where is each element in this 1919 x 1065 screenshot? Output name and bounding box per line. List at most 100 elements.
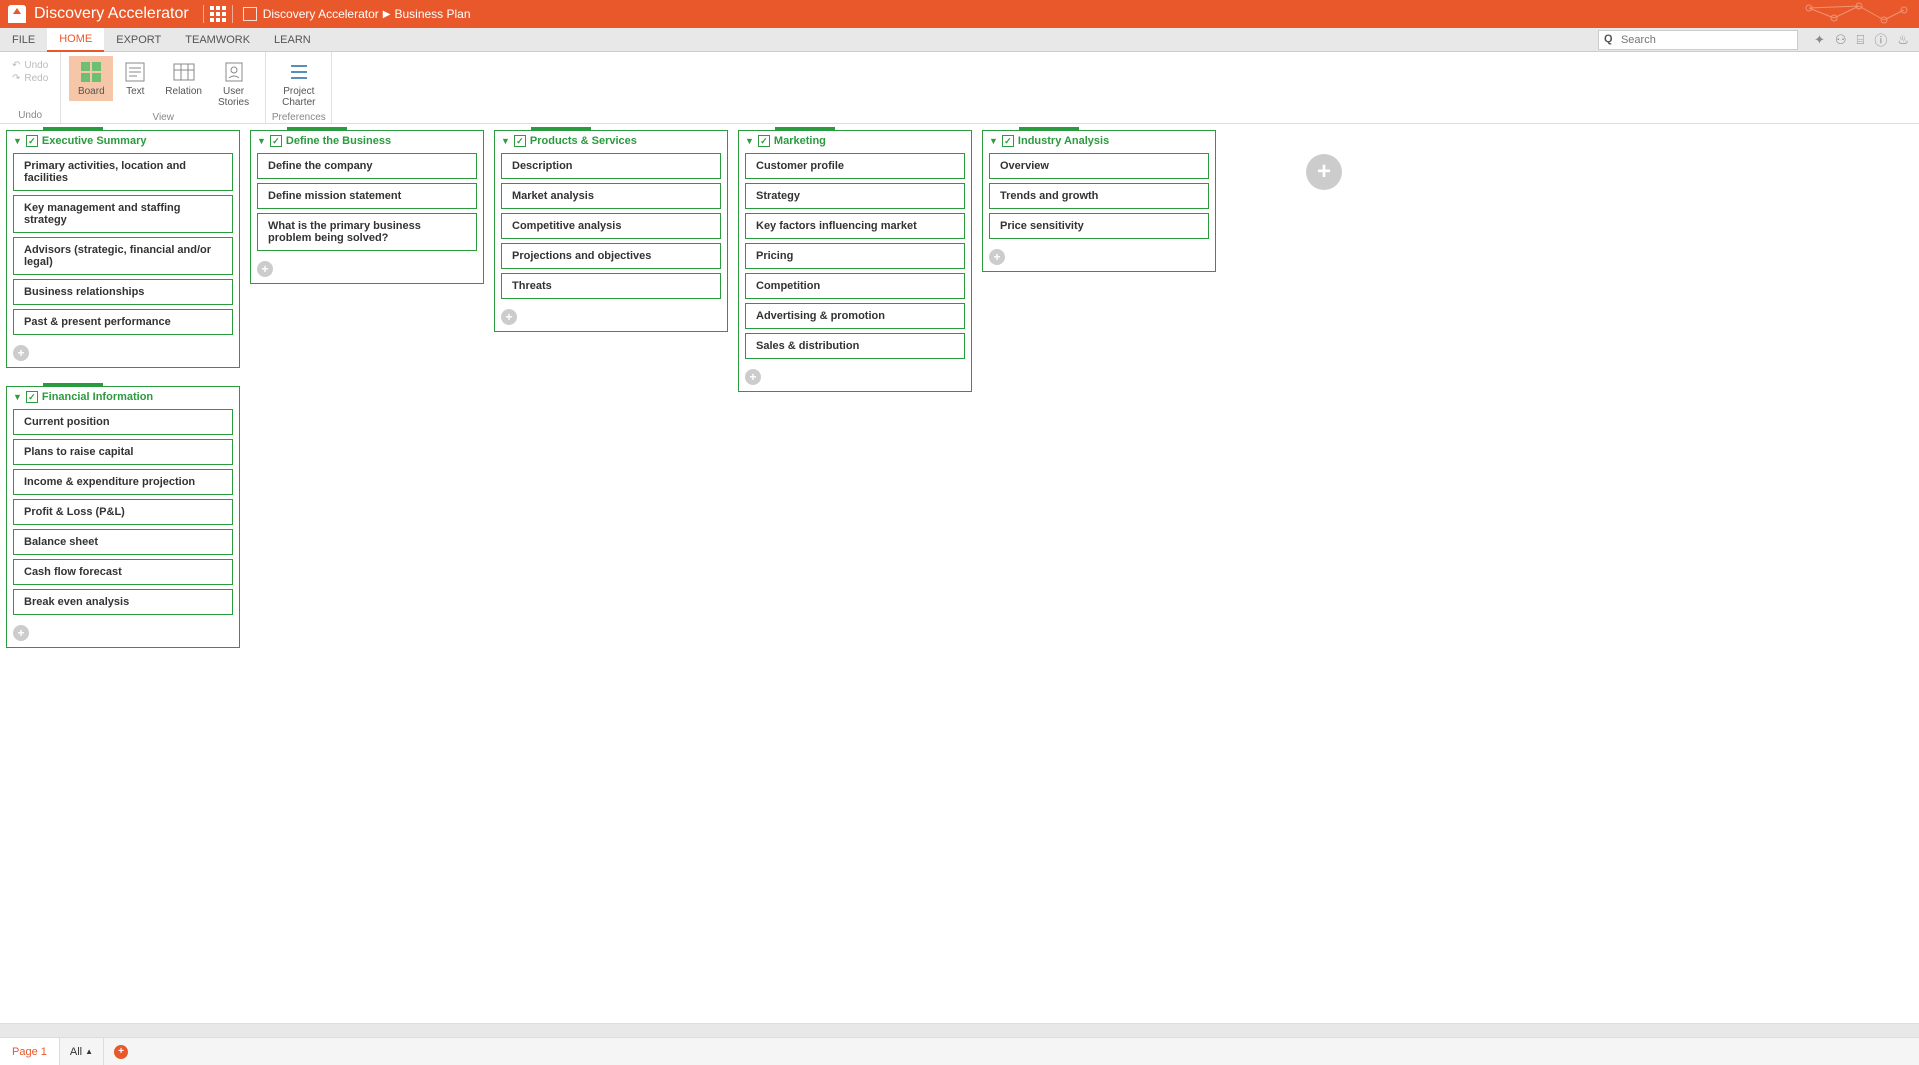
chat-icon[interactable]: ⌸ (1857, 32, 1865, 48)
breadcrumb: Discovery Accelerator ▶ Business Plan (243, 7, 471, 21)
add-card-button[interactable]: + (257, 261, 273, 277)
chevron-up-icon: ▲ (85, 1047, 93, 1056)
board-card[interactable]: Current position (13, 409, 233, 435)
breadcrumb-root[interactable]: Discovery Accelerator (263, 7, 379, 21)
add-card-button[interactable]: + (501, 309, 517, 325)
flame-icon[interactable]: ♨ (1897, 32, 1909, 48)
relation-view-button[interactable]: Relation (157, 56, 210, 101)
checkbox-icon[interactable]: ✓ (26, 391, 38, 403)
add-card-button[interactable]: + (745, 369, 761, 385)
app-logo-icon (8, 5, 26, 23)
text-icon (123, 60, 147, 84)
page-tab[interactable]: Page 1 (0, 1038, 60, 1065)
board-card[interactable]: Cash flow forecast (13, 559, 233, 585)
apps-grid-icon[interactable] (210, 6, 226, 22)
all-pages-tab[interactable]: All▲ (60, 1038, 104, 1065)
add-page-button[interactable]: + (104, 1045, 138, 1059)
menu-learn[interactable]: LEARN (262, 28, 323, 51)
divider (203, 5, 204, 23)
add-card-button[interactable]: + (13, 625, 29, 641)
board-card[interactable]: Trends and growth (989, 183, 1209, 209)
board-card[interactable]: Strategy (745, 183, 965, 209)
board-card[interactable]: Plans to raise capital (13, 439, 233, 465)
tool-icon[interactable]: ✦ (1814, 32, 1825, 48)
add-card-button[interactable]: + (989, 249, 1005, 265)
chevron-down-icon[interactable]: ▼ (745, 136, 754, 146)
board-card[interactable]: Business relationships (13, 279, 233, 305)
project-charter-button[interactable]: Project Charter (274, 56, 323, 112)
checkbox-icon[interactable]: ✓ (270, 135, 282, 147)
board-card[interactable]: Key management and staffing strategy (13, 195, 233, 233)
chevron-down-icon[interactable]: ▼ (989, 136, 998, 146)
search-input[interactable] (1598, 30, 1798, 50)
board-card[interactable]: Define the company (257, 153, 477, 179)
board-card[interactable]: Description (501, 153, 721, 179)
checkbox-icon[interactable]: ✓ (26, 135, 38, 147)
divider (232, 5, 233, 23)
board-card[interactable]: Past & present performance (13, 309, 233, 335)
board-column: ▼ ✓ Executive Summary Primary activities, l… (6, 130, 240, 368)
board-card[interactable]: Advisors (strategic, financial and/or le… (13, 237, 233, 275)
board-card[interactable]: Balance sheet (13, 529, 233, 555)
ribbon-group-label: Undo (0, 110, 60, 123)
menu-home[interactable]: HOME (47, 28, 104, 52)
board-canvas[interactable]: ▼ ✓ Executive Summary Primary activities, l… (0, 124, 1919, 1037)
board-card[interactable]: Define mission statement (257, 183, 477, 209)
board-card[interactable]: Break even analysis (13, 589, 233, 615)
board-card[interactable]: Threats (501, 273, 721, 299)
status-bar: Page 1 All▲ + (0, 1037, 1919, 1065)
board-card[interactable]: Key factors influencing market (745, 213, 965, 239)
search-icon: Q (1604, 33, 1613, 45)
board-card[interactable]: Competition (745, 273, 965, 299)
breadcrumb-current[interactable]: Business Plan (394, 7, 470, 21)
board-card[interactable]: Projections and objectives (501, 243, 721, 269)
column-header[interactable]: ▼ ✓ Marketing (739, 131, 971, 151)
add-column-button[interactable]: + (1306, 154, 1342, 190)
checkbox-icon[interactable]: ✓ (1002, 135, 1014, 147)
info-icon[interactable]: ⓘ (1874, 30, 1887, 49)
chevron-down-icon[interactable]: ▼ (257, 136, 266, 146)
undo-button[interactable]: ↶Undo (12, 60, 48, 71)
user-stories-button[interactable]: User Stories (210, 56, 257, 112)
board-card[interactable]: Primary activities, location and facilit… (13, 153, 233, 191)
menu-export[interactable]: EXPORT (104, 28, 173, 51)
column-title: Products & Services (530, 135, 637, 147)
menu-teamwork[interactable]: TEAMWORK (173, 28, 262, 51)
header-tool-icons: ✦ ⚇ ⌸ ⓘ ♨ (1804, 28, 1919, 51)
board-card[interactable]: Sales & distribution (745, 333, 965, 359)
column-title: Marketing (774, 135, 826, 147)
board-card[interactable]: Price sensitivity (989, 213, 1209, 239)
chevron-down-icon[interactable]: ▼ (501, 136, 510, 146)
board-card[interactable]: Customer profile (745, 153, 965, 179)
relation-icon (172, 60, 196, 84)
menu-file[interactable]: FILE (0, 28, 47, 51)
column-header[interactable]: ▼ ✓ Executive Summary (7, 131, 239, 151)
sitemap-icon[interactable]: ⚇ (1835, 32, 1847, 48)
board-card[interactable]: Advertising & promotion (745, 303, 965, 329)
column-header[interactable]: ▼✓Financial Information (7, 387, 239, 407)
menu-bar: FILEHOMEEXPORTTEAMWORKLEARN Q ✦ ⚇ ⌸ ⓘ ♨ (0, 28, 1919, 52)
column-header[interactable]: ▼ ✓ Products & Services (495, 131, 727, 151)
column-header[interactable]: ▼✓Industry Analysis (983, 131, 1215, 151)
chevron-down-icon[interactable]: ▼ (13, 136, 22, 146)
board-card[interactable]: Income & expenditure projection (13, 469, 233, 495)
horizontal-scrollbar[interactable] (0, 1023, 1919, 1037)
add-card-button[interactable]: + (13, 345, 29, 361)
column-title: Define the Business (286, 135, 391, 147)
checkbox-icon[interactable]: ✓ (514, 135, 526, 147)
board-card[interactable]: What is the primary business problem bei… (257, 213, 477, 251)
board-card[interactable]: Pricing (745, 243, 965, 269)
board-card[interactable]: Overview (989, 153, 1209, 179)
board-card[interactable]: Competitive analysis (501, 213, 721, 239)
board-card[interactable]: Market analysis (501, 183, 721, 209)
text-view-button[interactable]: Text (113, 56, 157, 101)
board-card[interactable]: Profit & Loss (P&L) (13, 499, 233, 525)
ribbon-label: Project Charter (282, 86, 315, 108)
redo-button[interactable]: ↷Redo (12, 73, 48, 84)
checkbox-icon[interactable]: ✓ (758, 135, 770, 147)
chevron-down-icon[interactable]: ▼ (13, 392, 22, 402)
board-view-button[interactable]: Board (69, 56, 113, 101)
column-title: Executive Summary (42, 135, 147, 147)
app-title: Discovery Accelerator (34, 5, 189, 23)
column-header[interactable]: ▼ ✓ Define the Business (251, 131, 483, 151)
